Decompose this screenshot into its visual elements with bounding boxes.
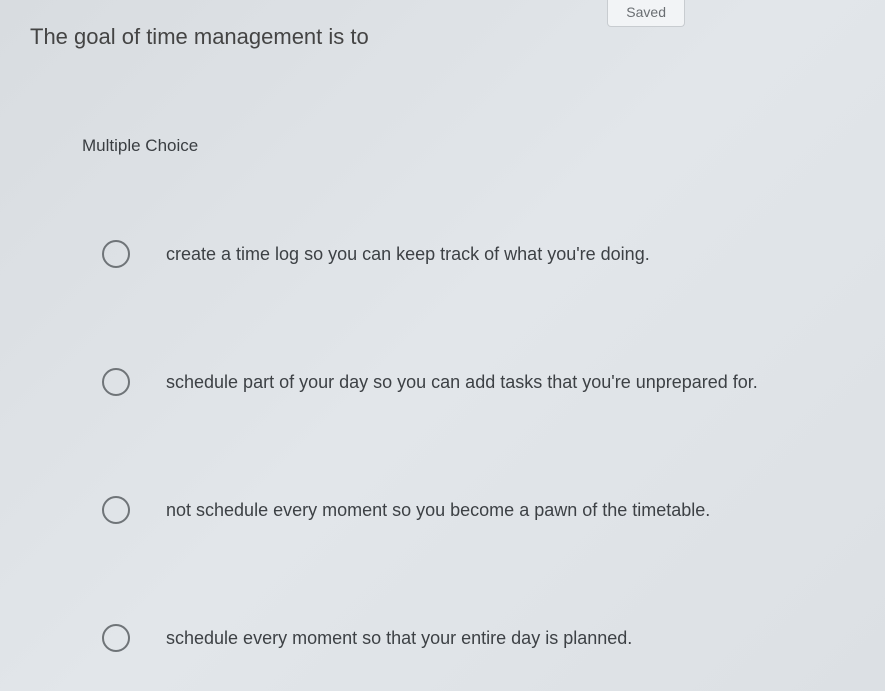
option-row[interactable]: schedule part of your day so you can add… <box>102 368 865 396</box>
option-text: create a time log so you can keep track … <box>166 244 650 265</box>
option-row[interactable]: schedule every moment so that your entir… <box>102 624 865 652</box>
option-row[interactable]: not schedule every moment so you become … <box>102 496 865 524</box>
option-text: schedule every moment so that your entir… <box>166 628 632 649</box>
option-text: not schedule every moment so you become … <box>166 500 710 521</box>
radio-icon[interactable] <box>102 368 130 396</box>
radio-icon[interactable] <box>102 624 130 652</box>
question-type-label: Multiple Choice <box>82 136 198 156</box>
radio-icon[interactable] <box>102 496 130 524</box>
question-stem: The goal of time management is to <box>30 24 369 50</box>
saved-badge: Saved <box>607 0 685 27</box>
option-text: schedule part of your day so you can add… <box>166 372 758 393</box>
saved-label: Saved <box>626 4 666 20</box>
option-row[interactable]: create a time log so you can keep track … <box>102 240 865 268</box>
radio-icon[interactable] <box>102 240 130 268</box>
options-list: create a time log so you can keep track … <box>102 240 865 652</box>
